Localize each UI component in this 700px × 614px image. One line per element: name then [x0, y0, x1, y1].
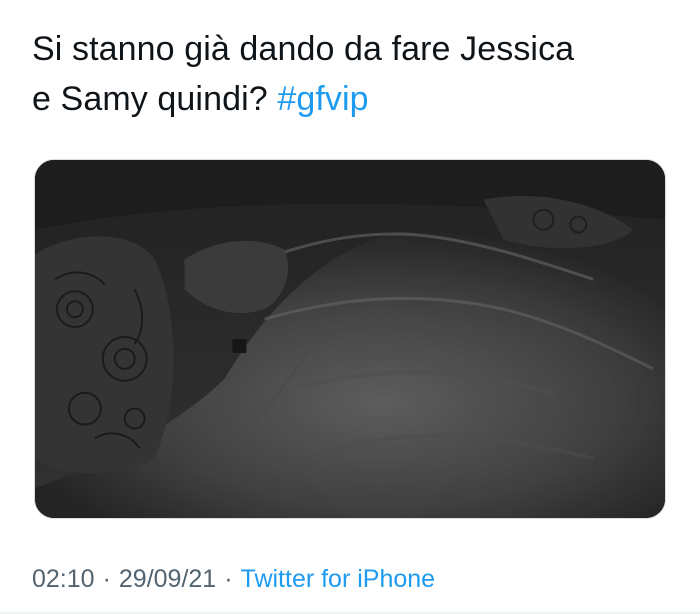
- tweet-meta: 02:10 · 29/09/21 · Twitter for iPhone: [32, 562, 435, 596]
- tweet-text: Si stanno già dando da fare Jessica e Sa…: [32, 24, 672, 124]
- photo-image: [35, 160, 665, 518]
- hashtag-link[interactable]: #gfvip: [277, 80, 368, 118]
- meta-separator: ·: [102, 565, 111, 593]
- tweet-source-link[interactable]: Twitter for iPhone: [241, 565, 436, 593]
- meta-separator: ·: [224, 565, 233, 593]
- tweet-date[interactable]: 29/09/21: [119, 565, 216, 593]
- tweet-text-line-1: Si stanno già dando da fare Jessica: [32, 30, 575, 68]
- tweet-photo[interactable]: [34, 159, 666, 519]
- tweet-text-line-2: e Samy quindi?: [32, 80, 268, 118]
- tweet-time[interactable]: 02:10: [32, 565, 95, 593]
